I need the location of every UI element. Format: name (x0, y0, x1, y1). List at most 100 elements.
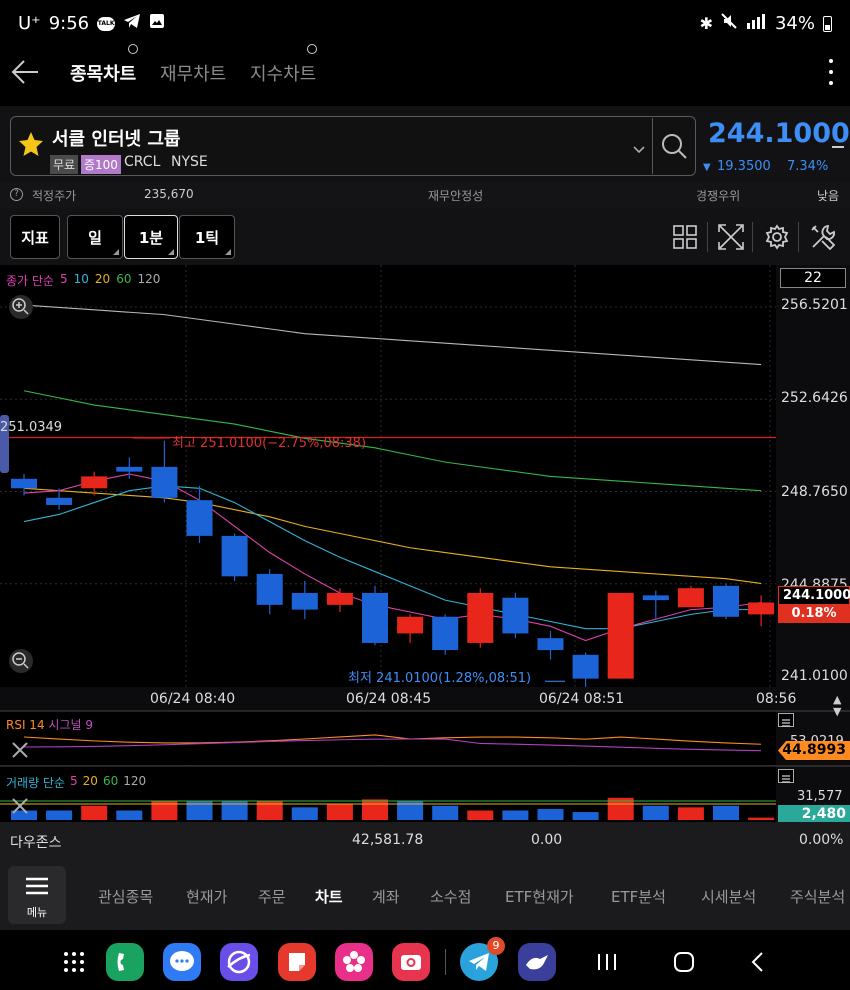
exchange: NYSE (171, 154, 208, 170)
volume-bar (572, 812, 599, 820)
more-menu-icon[interactable] (826, 56, 836, 88)
rsi-value-tag: 44.8993 (778, 741, 850, 760)
volume-bar (713, 805, 739, 820)
dock-divider (445, 949, 446, 975)
change-percent-tag: 0.18% (778, 604, 850, 623)
legend-ma60: 60 (116, 272, 132, 286)
badge-free: 무료 (50, 155, 79, 174)
zoom-out-icon[interactable] (8, 648, 34, 678)
legend-name: 종가 단순 (6, 274, 54, 288)
menu-button[interactable]: 메뉴 (8, 866, 66, 924)
app-drawer-icon[interactable] (63, 951, 85, 977)
volume-upper-label: 31,577 (797, 789, 843, 804)
candle-count-box[interactable]: 22 (780, 268, 846, 288)
dropdown-chevron-icon[interactable] (632, 140, 646, 159)
tab-index-chart[interactable]: 지수차트 (250, 60, 316, 86)
fullscreen-icon[interactable] (718, 224, 744, 254)
link-icon (307, 44, 317, 54)
chart-legend: 종가 단순 5 10 20 60 120 (6, 272, 160, 289)
fair-price-label: 적정주가 (32, 189, 77, 203)
stock-name: 서클 인터넷 그룹 (52, 129, 181, 150)
candle-body (186, 500, 213, 536)
candle-body (397, 616, 424, 634)
time-label: 06/24 08:40 (150, 691, 236, 707)
volume-label: 거래량 단순 5 20 60 120 (6, 774, 147, 790)
volume-value-tag: 2,480 (778, 805, 850, 823)
telegram-status-icon (123, 13, 141, 34)
back-arrow-icon[interactable] (10, 58, 40, 90)
layout-grid-icon[interactable] (673, 225, 697, 253)
tools-icon[interactable] (810, 224, 836, 254)
change-value: 19.3500 (717, 159, 771, 174)
nav-etf-analysis[interactable]: ETF분석 (611, 886, 666, 907)
rsi-panel-bg (0, 711, 776, 765)
phone-app-icon[interactable] (106, 943, 144, 981)
volume-bar (291, 807, 318, 820)
volume-bar (467, 810, 494, 820)
blossom-app-icon[interactable] (335, 943, 373, 981)
nav-watchlist[interactable]: 관심종목 (98, 886, 153, 907)
favorite-star-icon[interactable] (18, 131, 44, 161)
volume-bar (502, 810, 529, 820)
nav-account[interactable]: 계좌 (372, 886, 400, 907)
time-label: 06/24 08:45 (346, 691, 432, 707)
tab-stock-chart[interactable]: 종목차트 (70, 60, 136, 86)
status-time: 9:56 (48, 13, 90, 34)
indicator-button[interactable]: 지표 (10, 215, 60, 259)
volume-bar (326, 804, 353, 820)
nav-etf-price[interactable]: ETF현재가 (505, 886, 574, 907)
candle-body (677, 588, 704, 608)
candle-body (607, 592, 634, 679)
volume-bar (116, 810, 143, 820)
settings-gear-icon[interactable] (764, 224, 790, 254)
volume-bar (537, 808, 564, 820)
notification-badge: 9 (487, 937, 505, 955)
candle-body (46, 497, 73, 505)
nav-chart[interactable]: 차트 (315, 886, 343, 907)
close-volume-icon[interactable] (10, 796, 30, 820)
carrier-label: U⁺ (18, 13, 41, 34)
volume-menu-icon[interactable] (778, 769, 794, 783)
link-icon (128, 44, 138, 54)
legend-ma10: 10 (73, 272, 89, 286)
divider (798, 222, 799, 252)
nav-stock-analysis[interactable]: 주식분석 (790, 886, 850, 907)
home-icon[interactable] (673, 951, 695, 977)
notes-app-icon[interactable] (278, 943, 316, 981)
competitive-advantage-value: 낮음 (817, 189, 840, 203)
scroll-down-icon[interactable]: ▼ (833, 705, 841, 718)
search-icon[interactable] (660, 132, 688, 164)
nav-order[interactable]: 주문 (258, 886, 286, 907)
candle-body (256, 573, 283, 605)
badge-margin: 증100 (81, 155, 121, 174)
period-1tick-button[interactable]: 1틱 (179, 215, 235, 259)
time-label: 08:56 (756, 691, 797, 707)
period-day-button[interactable]: 일 (67, 215, 123, 259)
nav-current-price[interactable]: 현재가 (186, 886, 227, 907)
trading-app-icon[interactable] (518, 943, 556, 981)
mute-icon (721, 13, 737, 34)
volume-bar (81, 805, 108, 820)
zoom-in-icon[interactable] (8, 294, 34, 324)
messages-app-icon[interactable] (163, 943, 201, 981)
back-nav-icon[interactable] (750, 951, 766, 977)
tab-financial-chart[interactable]: 재무차트 (160, 60, 226, 86)
low-label: 최저 241.0100(1.28%,08:51) (348, 671, 532, 686)
recent-apps-icon[interactable] (596, 952, 618, 976)
nav-market-analysis[interactable]: 시세분석 (701, 886, 756, 907)
period-1min-button[interactable]: 1분 (124, 215, 178, 259)
change-percent: 7.34% (787, 159, 829, 174)
help-icon[interactable]: ? (10, 188, 23, 201)
current-price: 244.1000 (708, 118, 850, 149)
candle-body (81, 476, 108, 489)
price-underline (832, 146, 844, 148)
index-ticker-bar[interactable] (0, 822, 850, 860)
y-label: 252.6426 (781, 390, 848, 406)
internet-app-icon[interactable] (220, 943, 258, 981)
kakaotalk-icon: TALK (97, 16, 116, 31)
rsi-menu-icon[interactable] (778, 713, 794, 727)
camera-app-icon[interactable] (392, 943, 430, 981)
nav-fractional[interactable]: 소수점 (430, 886, 471, 907)
close-rsi-icon[interactable] (10, 740, 30, 764)
ticker: CRCL (124, 154, 161, 170)
